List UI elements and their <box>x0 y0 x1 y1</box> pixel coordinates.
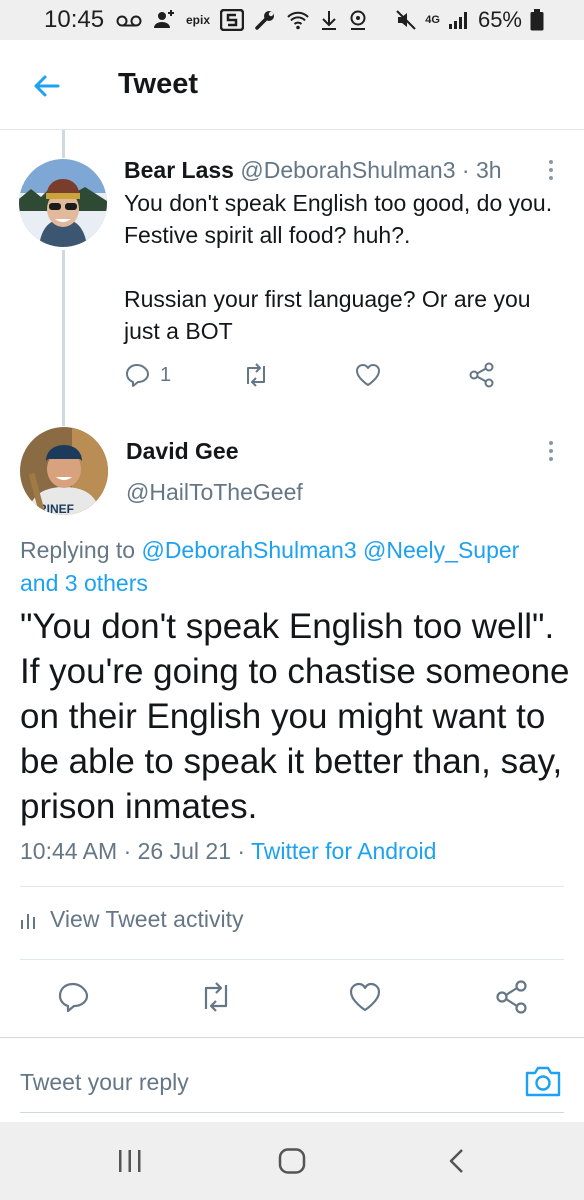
download-icon <box>322 11 337 30</box>
like-button[interactable] <box>354 362 382 388</box>
top-app-bar: Tweet <box>0 40 584 130</box>
replying-to: Replying to @DeborahShulman3 @Neely_Supe… <box>20 534 550 600</box>
back-icon[interactable] <box>444 1148 472 1174</box>
tweet-time: 10:44 AM <box>20 838 118 864</box>
system-navigation-bar <box>0 1122 584 1200</box>
heart-icon <box>356 364 380 386</box>
avatar[interactable] <box>19 159 107 247</box>
replying-prefix: Replying to <box>20 537 142 563</box>
wrench-icon <box>255 11 275 30</box>
reply-button[interactable]: 1 <box>124 362 171 388</box>
author-name[interactable]: Bear Lass <box>124 157 234 183</box>
4g-icon: 4G <box>425 13 440 26</box>
recent-apps-icon[interactable] <box>116 1148 144 1174</box>
tweet-actions <box>0 980 584 1020</box>
signal-icon <box>448 12 467 29</box>
tweet-header: Bear Lass @DeborahShulman3 · 3h <box>124 157 502 184</box>
retweet-icon <box>247 363 265 387</box>
tweet-date: 26 Jul 21 <box>137 838 231 864</box>
author-handle: @HailToTheGeef <box>126 479 303 505</box>
tweet-text: "You don't speak English too well". If y… <box>20 607 570 826</box>
tweet-meta: 10:44 AM · 26 Jul 21 · Twitter for Andro… <box>20 838 436 865</box>
input-underline <box>20 1112 564 1113</box>
divider <box>20 886 564 887</box>
wifi-icon <box>287 11 309 30</box>
divider <box>20 959 564 960</box>
page-title: Tweet <box>118 68 199 100</box>
reply-count: 1 <box>160 363 172 386</box>
tweet-source-link[interactable]: Twitter for Android <box>251 838 436 864</box>
mention-link[interactable]: @Neely_Super <box>363 537 519 563</box>
reply-icon <box>126 364 149 387</box>
more-options-icon[interactable] <box>546 441 556 465</box>
thread-connector <box>62 250 65 426</box>
author-name[interactable]: David Gee <box>126 438 239 465</box>
mute-icon <box>396 10 416 30</box>
mention-link[interactable]: @DeborahShulman3 <box>141 537 356 563</box>
retweet-button[interactable] <box>242 362 270 388</box>
others-link[interactable]: and 3 others <box>20 570 148 596</box>
camera-icon[interactable] <box>524 1064 562 1098</box>
back-arrow-icon[interactable] <box>28 68 64 104</box>
battery-icon <box>530 9 544 31</box>
tweet-actions: 1 <box>124 362 544 392</box>
separator: · <box>231 838 252 864</box>
reply-composer: Tweet your reply <box>0 1037 584 1121</box>
tweet-text: You don't speak English too good, do you… <box>124 190 553 344</box>
reply-icon[interactable] <box>56 980 90 1014</box>
share-icon[interactable] <box>494 980 530 1014</box>
more-options-icon[interactable] <box>546 160 556 184</box>
share-icon <box>469 362 494 388</box>
thread-connector <box>62 130 65 158</box>
avatar[interactable]: RINEF <box>20 427 108 515</box>
epix-icon: epix <box>186 13 211 27</box>
heart-icon[interactable] <box>347 980 383 1014</box>
voicemail-icon <box>116 15 142 27</box>
author-handle: @DeborahShulman3 <box>240 157 456 183</box>
view-tweet-activity-button[interactable]: View Tweet activity <box>20 906 243 933</box>
activity-label: View Tweet activity <box>50 906 244 932</box>
location-icon <box>350 10 366 30</box>
analytics-icon <box>21 913 35 929</box>
separator: · <box>455 157 476 183</box>
tweet-time: 3h <box>475 157 502 183</box>
home-icon[interactable] <box>278 1148 306 1174</box>
status-time: 10:45 <box>44 6 105 33</box>
share-button[interactable] <box>468 362 496 388</box>
retweet-icon[interactable] <box>198 980 234 1014</box>
battery-percent: 65% <box>477 7 522 32</box>
reply-input[interactable]: Tweet your reply <box>20 1069 189 1096</box>
add-person-icon <box>154 10 174 28</box>
status-bar: 10:45 epix 4G 65% <box>0 0 584 40</box>
s-app-icon <box>220 9 245 31</box>
separator: · <box>117 838 138 864</box>
